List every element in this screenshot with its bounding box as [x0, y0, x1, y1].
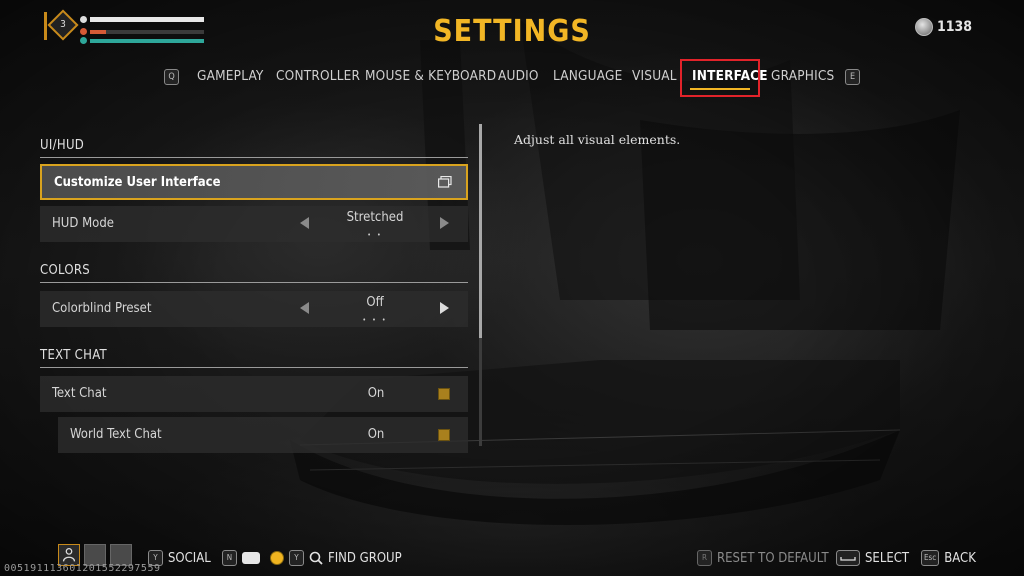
setting-label: Text Chat: [52, 386, 107, 401]
reset-key-hint: R: [697, 550, 712, 566]
active-tab-highlight: [680, 59, 760, 97]
back-key-hint: Esc: [921, 550, 940, 566]
chat-button[interactable]: N: [222, 549, 260, 567]
tab-visual[interactable]: VISUAL: [632, 68, 677, 84]
tab-audio[interactable]: AUDIO: [498, 68, 539, 84]
tab-graphics[interactable]: GRAPHICS: [771, 68, 834, 84]
setting-customize-user-interface[interactable]: Customize User Interface: [40, 164, 468, 200]
section-header-colors: COLORS: [40, 261, 468, 283]
value-position-dots: • •: [367, 231, 383, 239]
chevron-right-icon[interactable]: [440, 302, 449, 314]
silver-coin-icon: [914, 18, 933, 36]
tab-mouse-keyboard[interactable]: MOUSE & KEYBOARD: [365, 68, 496, 84]
setting-colorblind-preset[interactable]: Colorblind Preset Off • • •: [40, 291, 468, 327]
find-group-label: FIND GROUP: [328, 550, 402, 566]
setting-value: Off: [366, 295, 384, 310]
currency-value: 1138: [936, 19, 972, 35]
tab-controller[interactable]: CONTROLLER: [276, 68, 360, 84]
back-label: BACK: [944, 550, 976, 566]
select-button[interactable]: SELECT: [836, 549, 909, 567]
world-text-chat-checkbox[interactable]: [438, 429, 450, 441]
find-group-key-hint: Y: [289, 550, 304, 566]
setting-world-text-chat[interactable]: World Text Chat On: [58, 417, 468, 453]
back-button[interactable]: Esc BACK: [921, 549, 976, 567]
settings-tabs: Q GAMEPLAY CONTROLLER MOUSE & KEYBOARD A…: [0, 64, 1024, 92]
setting-label: Customize User Interface: [54, 175, 221, 190]
page-title: SETTINGS: [433, 14, 591, 49]
prev-tab-key-hint[interactable]: Q: [164, 69, 179, 85]
text-chat-checkbox[interactable]: [438, 388, 450, 400]
currency-display: 1138: [914, 18, 972, 36]
setting-value: Stretched: [346, 210, 404, 225]
section-header-text-chat: TEXT CHAT: [40, 346, 468, 368]
section-header-uihud: UI/HUD: [40, 136, 468, 158]
reset-to-default-button[interactable]: R RESET TO DEFAULT: [697, 549, 829, 567]
find-group-button[interactable]: Y FIND GROUP: [270, 549, 402, 567]
setting-text-chat[interactable]: Text Chat On: [40, 376, 468, 412]
group-status-icon: [270, 551, 284, 565]
setting-description: Adjust all visual elements.: [514, 132, 681, 147]
active-tab-underline: [690, 88, 750, 90]
player-icon: [62, 548, 76, 562]
window-icon: [438, 176, 452, 188]
tab-language[interactable]: LANGUAGE: [553, 68, 623, 84]
chat-bubble-icon: [242, 552, 260, 564]
select-label: SELECT: [865, 550, 910, 566]
setting-label: HUD Mode: [52, 216, 114, 231]
chevron-left-icon[interactable]: [300, 217, 309, 229]
spacebar-key-icon: [836, 550, 860, 566]
scrollbar-thumb[interactable]: [479, 124, 482, 338]
setting-value: On: [367, 386, 385, 401]
setting-label: World Text Chat: [70, 427, 162, 442]
search-icon: [309, 551, 323, 565]
value-position-dots: • • •: [362, 316, 388, 324]
next-tab-key-hint[interactable]: E: [845, 69, 860, 85]
setting-value: On: [367, 427, 385, 442]
setting-label: Colorblind Preset: [52, 301, 152, 316]
reset-label: RESET TO DEFAULT: [717, 550, 829, 566]
tab-gameplay[interactable]: GAMEPLAY: [197, 68, 264, 84]
chevron-left-icon[interactable]: [300, 302, 309, 314]
setting-hud-mode[interactable]: HUD Mode Stretched • •: [40, 206, 468, 242]
chat-key-hint: N: [222, 550, 237, 566]
build-id: 005191113601201552297559: [4, 563, 161, 574]
social-label: SOCIAL: [168, 550, 211, 566]
chevron-right-icon[interactable]: [440, 217, 449, 229]
